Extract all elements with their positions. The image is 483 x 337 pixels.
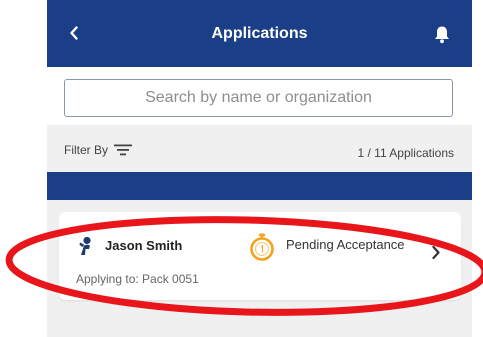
filter-button[interactable]: Filter By xyxy=(64,143,133,157)
application-card[interactable]: Jason Smith Pending Acceptance Applying … xyxy=(59,212,461,300)
person-icon xyxy=(78,236,94,260)
filter-icon xyxy=(114,144,133,156)
app-header: Applications xyxy=(47,0,472,67)
timer-icon xyxy=(249,233,275,266)
applying-to-text: Applying to: Pack 0051 xyxy=(76,272,199,286)
page-title: Applications xyxy=(211,25,308,42)
bell-icon xyxy=(434,25,450,49)
search-area xyxy=(47,67,472,125)
filter-bar: Filter By 1 / 11 Applications xyxy=(47,125,472,172)
status-badge: Pending Acceptance xyxy=(286,237,405,252)
notifications-button[interactable] xyxy=(431,25,453,49)
search-input[interactable] xyxy=(64,79,453,117)
section-header-band xyxy=(47,172,472,200)
chevron-right-icon[interactable] xyxy=(431,245,441,265)
applications-count: 1 / 11 Applications xyxy=(357,146,454,160)
applicant-name: Jason Smith xyxy=(105,238,183,253)
filter-label: Filter By xyxy=(64,143,109,157)
app-screen: Applications Filter By 1 / 11 Ap xyxy=(47,0,472,337)
